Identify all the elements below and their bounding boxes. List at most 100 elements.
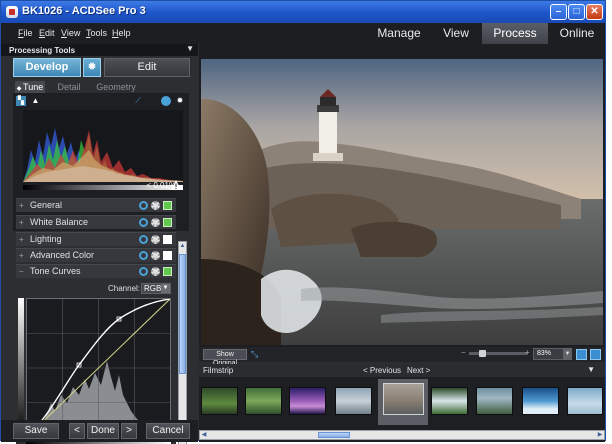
filmstrip-previous-button[interactable]: < Previous: [363, 366, 401, 375]
reset-icon[interactable]: [139, 218, 148, 227]
compare-icon[interactable]: ⤡: [251, 349, 258, 360]
expand-plus-icon: +: [19, 235, 24, 244]
enable-checkbox[interactable]: [163, 218, 172, 227]
section-tone-curves[interactable]: − Tone Curves: [16, 264, 176, 278]
tab-manage[interactable]: Manage: [367, 23, 431, 44]
tab-online[interactable]: Online: [549, 23, 605, 44]
previous-button[interactable]: <: [69, 423, 85, 439]
filmstrip-scrollbar-thumb[interactable]: [318, 432, 350, 438]
tone-curve-graph[interactable]: [26, 298, 171, 438]
section-controls: [136, 201, 172, 211]
thumbnail[interactable]: [335, 387, 372, 415]
scroll-left-icon[interactable]: ◀: [200, 431, 208, 439]
processing-tools-panel: Processing Tools ▼ Develop ✹ Edit ◆ Tune…: [1, 44, 198, 444]
output-gradient-bar: [18, 298, 24, 438]
tab-detail[interactable]: Detail: [53, 81, 85, 93]
section-label: Tone Curves: [30, 266, 81, 276]
menu-file[interactable]: File: [18, 28, 33, 38]
reset-icon[interactable]: [139, 201, 148, 210]
section-general[interactable]: + General: [16, 198, 176, 212]
thumbnail[interactable]: [245, 387, 282, 415]
menu-edit[interactable]: Edit: [39, 28, 55, 38]
maximize-button[interactable]: □: [568, 4, 585, 20]
enable-checkbox[interactable]: [163, 235, 172, 244]
gear-icon[interactable]: [151, 235, 160, 244]
exposure-warning-icon[interactable]: ▲: [31, 96, 41, 106]
scrollbar-thumb[interactable]: [179, 254, 186, 374]
zoom-level-value: 83%: [537, 350, 552, 357]
tab-tune[interactable]: ◆ Tune: [15, 81, 45, 93]
cancel-button[interactable]: Cancel: [146, 423, 190, 439]
menu-help[interactable]: Help: [112, 28, 131, 38]
panel-action-bar: Save < Done > Cancel: [1, 420, 198, 442]
enable-checkbox[interactable]: [163, 251, 172, 260]
collapse-minus-icon: −: [19, 267, 24, 276]
thumbnail[interactable]: [289, 387, 326, 415]
develop-button[interactable]: Develop: [13, 58, 81, 77]
section-label: General: [30, 200, 63, 210]
thumbnail[interactable]: [476, 387, 513, 415]
expand-plus-icon: +: [19, 201, 24, 210]
thumbnail[interactable]: [201, 387, 238, 415]
filmstrip-scrollbar[interactable]: ◀ ▶: [199, 430, 605, 440]
histogram-settings-gear-icon[interactable]: ✹: [175, 96, 185, 106]
zoom-in-icon[interactable]: +: [525, 348, 530, 357]
title-bar: BK1026 - ACDSee Pro 3 – □ ✕: [1, 1, 605, 23]
histogram-graph: [23, 110, 183, 182]
tab-view[interactable]: View: [431, 23, 481, 44]
expand-plus-icon: +: [19, 218, 24, 227]
panel-title: Processing Tools: [9, 46, 76, 55]
reset-icon[interactable]: [139, 235, 148, 244]
section-lighting[interactable]: + Lighting: [16, 232, 176, 246]
gear-icon[interactable]: [151, 218, 160, 227]
panel-header: Processing Tools ▼: [1, 44, 198, 56]
chevron-down-icon: ▼: [161, 284, 170, 293]
menu-tools[interactable]: Tools: [86, 28, 107, 38]
actual-size-icon[interactable]: [590, 349, 601, 360]
thumbnail-selected[interactable]: [383, 383, 424, 415]
minimize-button[interactable]: –: [550, 4, 567, 20]
channel-value: RGB: [144, 284, 162, 293]
section-controls: [136, 218, 172, 228]
save-button[interactable]: Save: [13, 423, 59, 439]
channel-select[interactable]: RGB ▼: [141, 283, 171, 294]
develop-settings-gear-icon[interactable]: ✹: [83, 58, 101, 77]
scroll-right-icon[interactable]: ▶: [596, 431, 604, 439]
eyedropper-icon[interactable]: ⟋: [133, 96, 143, 106]
zoom-dropdown-chevron-down-icon[interactable]: ▼: [563, 348, 572, 360]
thumbnail[interactable]: [567, 387, 603, 415]
reset-icon[interactable]: [139, 267, 148, 276]
close-button[interactable]: ✕: [586, 4, 603, 20]
section-white-balance[interactable]: + White Balance: [16, 215, 176, 229]
tab-geometry[interactable]: Geometry: [93, 81, 139, 93]
done-button[interactable]: Done: [87, 423, 119, 439]
zoom-slider[interactable]: [469, 352, 527, 355]
next-button[interactable]: >: [121, 423, 137, 439]
filmstrip-menu-icon[interactable]: ▼: [587, 365, 595, 374]
filmstrip-next-button[interactable]: Next >: [407, 366, 430, 375]
tab-process[interactable]: Process: [482, 23, 548, 44]
gear-icon[interactable]: [151, 251, 160, 260]
zoom-slider-knob[interactable]: [479, 350, 486, 357]
edit-button[interactable]: Edit: [104, 58, 190, 77]
enable-checkbox[interactable]: [163, 201, 172, 210]
menu-view[interactable]: View: [61, 28, 80, 38]
section-label: Advanced Color: [30, 250, 95, 260]
thumbnail[interactable]: [431, 387, 468, 415]
scroll-up-icon[interactable]: ▲: [179, 242, 186, 250]
filmstrip-panel: Filmstrip < Previous Next > ▼ ◀ ▶: [199, 364, 605, 442]
zoom-out-icon[interactable]: −: [461, 348, 466, 357]
photo-image: [201, 59, 603, 345]
thumbnail[interactable]: [522, 387, 559, 415]
show-original-button[interactable]: Show Original: [203, 349, 247, 367]
fit-image-icon[interactable]: [576, 349, 587, 360]
section-advanced-color[interactable]: + Advanced Color: [16, 248, 176, 262]
reset-icon[interactable]: [139, 251, 148, 260]
panel-menu-icon[interactable]: ▼: [186, 44, 194, 53]
gear-icon[interactable]: [151, 267, 160, 276]
gear-icon[interactable]: [151, 201, 160, 210]
panel-scrollbar[interactable]: ▲ ▼: [178, 241, 187, 444]
enable-checkbox[interactable]: [163, 267, 172, 276]
color-wheel-icon[interactable]: [161, 96, 171, 106]
histogram-mode-icon[interactable]: ▚: [16, 96, 26, 106]
